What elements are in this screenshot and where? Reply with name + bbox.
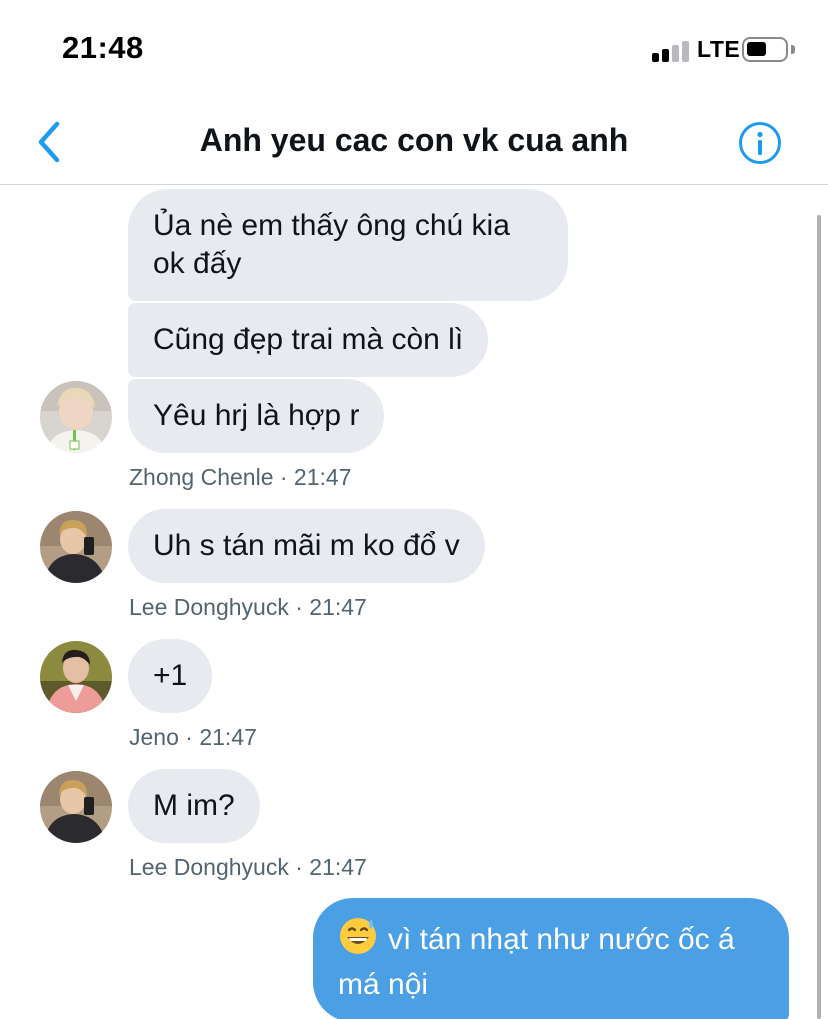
message-meta: Lee Donghyuck · 21:47 (129, 854, 367, 880)
message-text: Uh s tán mãi m ko đổ v (153, 529, 460, 562)
status-bar: 21:48 LTE (0, 0, 828, 100)
avatar-jeno[interactable] (40, 641, 112, 713)
conversation-info-button[interactable] (738, 121, 782, 165)
message-text: Cũng đẹp trai mà còn lì (153, 323, 464, 356)
battery-icon (742, 37, 788, 62)
message-meta: Lee Donghyuck · 21:47 (129, 594, 367, 620)
status-time: 21:48 (62, 30, 144, 65)
outgoing-message-bubble[interactable]: vì tán nhạt như nước ốc á má nội (313, 898, 789, 1019)
network-type: LTE (697, 36, 741, 62)
info-icon (739, 122, 781, 164)
message-text: +1 (153, 659, 188, 692)
grinning-sweat-emoji-icon (338, 916, 378, 966)
message-text: M im? (153, 789, 235, 822)
message-bubble[interactable]: Cũng đẹp trai mà còn lì (128, 303, 489, 377)
conversation-header: Anh yeu cac con vk cua anh (0, 100, 828, 185)
message-bubble[interactable]: +1 (128, 639, 213, 713)
message-bubble[interactable]: Ủa nè em thấy ông chú kia ok đấy (128, 189, 568, 301)
battery-tip (791, 45, 795, 54)
signal-strength-icon (652, 40, 692, 62)
scrollbar[interactable] (817, 215, 821, 1019)
avatar-zhong-chenle[interactable] (40, 381, 112, 453)
conversation-title: Anh yeu cac con vk cua anh (199, 122, 629, 158)
message-text: vì tán nhạt như nước ốc á má nội (338, 923, 735, 1001)
message-bubble[interactable]: Yêu hrj là hợp r (128, 379, 385, 453)
avatar-lee-donghyuck[interactable] (40, 771, 112, 843)
message-meta: Jeno · 21:47 (129, 724, 257, 750)
message-bubble[interactable]: Uh s tán mãi m ko đổ v (128, 509, 485, 583)
message-text: Ủa nè em thấy ông chú kia ok đấy (153, 209, 510, 280)
message-text: Yêu hrj là hợp r (153, 399, 360, 432)
message-bubble[interactable]: M im? (128, 769, 260, 843)
message-meta: Zhong Chenle · 21:47 (129, 464, 352, 490)
avatar-lee-donghyuck[interactable] (40, 511, 112, 583)
